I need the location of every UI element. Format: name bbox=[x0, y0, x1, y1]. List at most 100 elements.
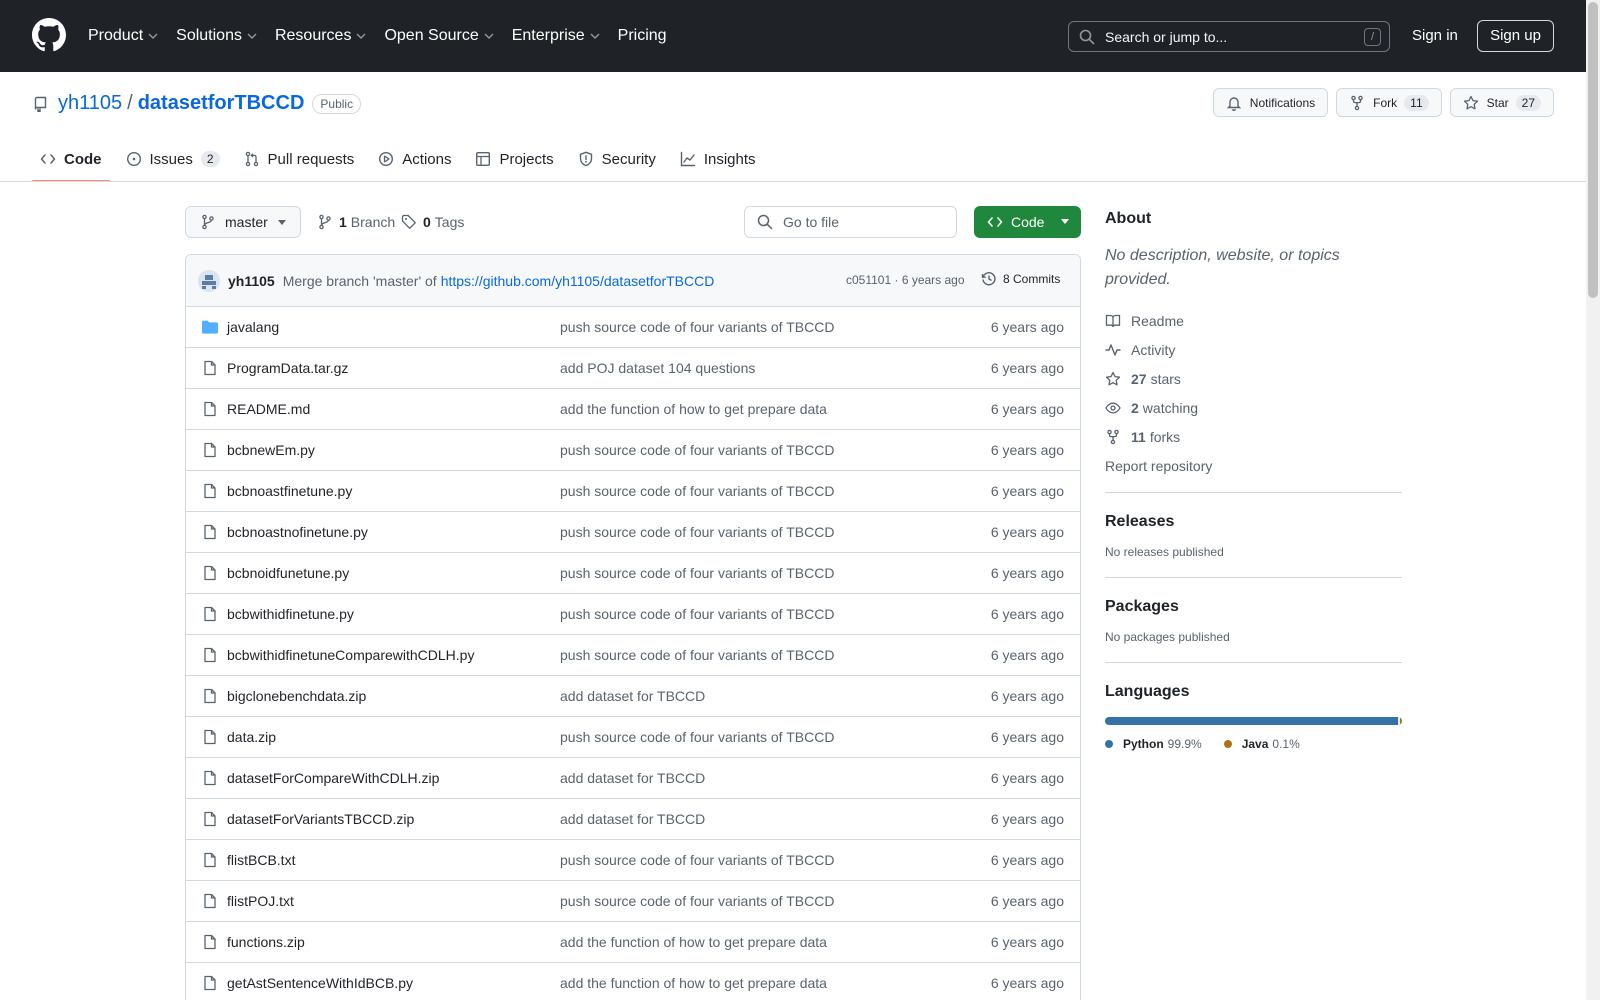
repo-owner-link[interactable]: yh1105 bbox=[58, 92, 122, 115]
topnav-item-solutions[interactable]: Solutions bbox=[176, 27, 257, 45]
sidebar-link-Activity[interactable]: Activity bbox=[1105, 335, 1402, 364]
commit-sha-age[interactable]: c051101 · 6 years ago bbox=[846, 273, 965, 287]
file-name-link[interactable]: README.md bbox=[227, 401, 310, 417]
file-commit-message-link[interactable]: add dataset for TBCCD bbox=[560, 811, 705, 827]
go-to-file-input[interactable]: Go to file bbox=[744, 206, 957, 238]
tags-link[interactable]: 0 Tags bbox=[401, 214, 464, 230]
tab-label: Issues bbox=[149, 150, 193, 168]
file-commit-message-link[interactable]: push source code of four variants of TBC… bbox=[560, 852, 834, 868]
file-name-link[interactable]: bigclonebenchdata.zip bbox=[227, 688, 366, 704]
file-commit-message-link[interactable]: add dataset for TBCCD bbox=[560, 770, 705, 786]
about-title: About bbox=[1105, 210, 1152, 227]
commit-message-link[interactable]: https://github.com/yh1105/datasetforTBCC… bbox=[441, 273, 715, 289]
file-name-link[interactable]: bcbnoidfunetune.py bbox=[227, 565, 349, 581]
github-logo-icon[interactable] bbox=[32, 18, 66, 52]
tab-security[interactable]: Security bbox=[570, 140, 664, 178]
file-name-link[interactable]: functions.zip bbox=[227, 934, 305, 950]
file-commit-message-link[interactable]: add dataset for TBCCD bbox=[560, 688, 705, 704]
file-commit-message-link[interactable]: push source code of four variants of TBC… bbox=[560, 606, 834, 622]
page-scrollbar[interactable] bbox=[1586, 0, 1600, 1000]
releases-title[interactable]: Releases bbox=[1105, 513, 1402, 531]
star-button[interactable]: Star 27 bbox=[1449, 88, 1554, 117]
file-name-link[interactable]: data.zip bbox=[227, 729, 276, 745]
file-name-link[interactable]: bcbwithidfinetune.py bbox=[227, 606, 354, 622]
pulse-icon bbox=[1105, 343, 1121, 356]
topnav-item-pricing[interactable]: Pricing bbox=[618, 27, 667, 45]
file-icon-wrap bbox=[202, 770, 218, 786]
topnav-item-enterprise[interactable]: Enterprise bbox=[512, 27, 600, 45]
language-percent: 0.1% bbox=[1272, 737, 1300, 751]
avatar[interactable] bbox=[198, 269, 220, 292]
file-icon bbox=[204, 565, 216, 581]
tab-issues[interactable]: Issues 2 bbox=[118, 140, 228, 178]
file-name-link[interactable]: javalang bbox=[227, 319, 279, 335]
notifications-button[interactable]: Notifications bbox=[1212, 88, 1329, 117]
scrollbar-thumb[interactable] bbox=[1588, 2, 1598, 298]
file-commit-message-link[interactable]: push source code of four variants of TBC… bbox=[560, 319, 834, 335]
search-shortcut-key: / bbox=[1364, 28, 1381, 46]
topnav-item-resources[interactable]: Resources bbox=[275, 27, 366, 45]
file-name-link[interactable]: flistBCB.txt bbox=[227, 852, 295, 868]
sidebar-link-stars[interactable]: 27 stars bbox=[1105, 364, 1402, 393]
sidebar-link-forks[interactable]: 11 forks bbox=[1105, 422, 1402, 451]
file-name-link[interactable]: datasetForVariantsTBCCD.zip bbox=[227, 811, 414, 827]
file-icon-wrap bbox=[202, 688, 218, 704]
file-commit-age: 6 years ago bbox=[990, 524, 1064, 540]
sidebar-link-text: 2 watching bbox=[1131, 400, 1198, 416]
file-commit-message-link[interactable]: push source code of four variants of TBC… bbox=[560, 647, 834, 663]
file-commit-message-link[interactable]: push source code of four variants of TBC… bbox=[560, 729, 834, 745]
branches-link[interactable]: 1 Branch bbox=[317, 214, 395, 230]
sign-up-button[interactable]: Sign up bbox=[1477, 20, 1554, 52]
file-commit-message-link[interactable]: add POJ dataset 104 questions bbox=[560, 360, 755, 376]
tab-pull-requests[interactable]: Pull requests bbox=[236, 140, 363, 178]
graph-icon bbox=[680, 151, 696, 167]
language-item-python[interactable]: Python 99.9% bbox=[1105, 737, 1202, 751]
file-name-link[interactable]: bcbnoastnofinetune.py bbox=[227, 524, 368, 540]
commit-author-link[interactable]: yh1105 bbox=[228, 273, 275, 289]
file-commit-message-link[interactable]: push source code of four variants of TBC… bbox=[560, 483, 834, 499]
star-label: Star bbox=[1486, 95, 1509, 110]
tab-code[interactable]: Code bbox=[32, 140, 110, 182]
language-legend: Python 99.9% Java 0.1% bbox=[1105, 737, 1402, 751]
file-commit-message-link[interactable]: add the function of how to get prepare d… bbox=[560, 401, 827, 417]
topnav-item-product[interactable]: Product bbox=[88, 27, 158, 45]
file-name-link[interactable]: datasetForCompareWithCDLH.zip bbox=[227, 770, 439, 786]
global-search-input[interactable]: Search or jump to... / bbox=[1068, 21, 1390, 52]
commits-history-link[interactable]: 8 Commits bbox=[981, 271, 1060, 287]
code-dropdown-button[interactable]: Code bbox=[974, 206, 1081, 238]
file-commit-message-link[interactable]: push source code of four variants of TBC… bbox=[560, 524, 834, 540]
tab-projects[interactable]: Projects bbox=[467, 140, 561, 178]
file-commit-message-link[interactable]: add the function of how to get prepare d… bbox=[560, 975, 827, 991]
tab-insights[interactable]: Insights bbox=[672, 140, 764, 178]
table-row: bcbnewEm.py push source code of four vari… bbox=[186, 430, 1080, 471]
language-item-java[interactable]: Java 0.1% bbox=[1223, 737, 1300, 751]
file-name-link[interactable]: bcbnewEm.py bbox=[227, 442, 315, 458]
file-commit-message-link[interactable]: add the function of how to get prepare d… bbox=[560, 934, 827, 950]
topnav-item-open-source[interactable]: Open Source bbox=[384, 27, 494, 45]
sidebar-link-watching[interactable]: 2 watching bbox=[1105, 393, 1402, 422]
topnav-label: Open Source bbox=[384, 27, 479, 44]
top-navigation: Product Solutions Resources Open Source Ente… bbox=[88, 0, 685, 72]
file-name-link[interactable]: ProgramData.tar.gz bbox=[227, 360, 348, 376]
file-name-link[interactable]: flistPOJ.txt bbox=[227, 893, 294, 909]
file-commit-message-link[interactable]: push source code of four variants of TBC… bbox=[560, 893, 834, 909]
file-commit-message-link[interactable]: push source code of four variants of TBC… bbox=[560, 442, 834, 458]
file-name-link[interactable]: bcbwithidfinetuneComparewithCDLH.py bbox=[227, 647, 474, 663]
file-name-link[interactable]: getAstSentenceWithIdBCB.py bbox=[227, 975, 413, 991]
file-icon-wrap bbox=[202, 524, 218, 540]
sign-in-link[interactable]: Sign in bbox=[1412, 27, 1458, 44]
file-icon bbox=[204, 852, 216, 868]
about-description: No description, website, or topics provi… bbox=[1105, 247, 1340, 288]
branch-selector[interactable]: master bbox=[185, 206, 301, 238]
repo-name-link[interactable]: datasetforTBCCD bbox=[138, 92, 305, 115]
file-commit-message-link[interactable]: push source code of four variants of TBC… bbox=[560, 565, 834, 581]
sidebar-link-Readme[interactable]: Readme bbox=[1105, 306, 1402, 335]
file-icon bbox=[204, 524, 216, 540]
fork-button[interactable]: Fork 11 bbox=[1336, 88, 1442, 117]
sidebar-link-text: 11 forks bbox=[1131, 429, 1180, 445]
file-name-link[interactable]: bcbnoastfinetune.py bbox=[227, 483, 352, 499]
table-row: datasetForVariantsTBCCD.zip add dataset f… bbox=[186, 799, 1080, 840]
report-repository-link[interactable]: Report repository bbox=[1105, 451, 1402, 480]
packages-title[interactable]: Packages bbox=[1105, 598, 1402, 616]
tab-actions[interactable]: Actions bbox=[370, 140, 459, 178]
